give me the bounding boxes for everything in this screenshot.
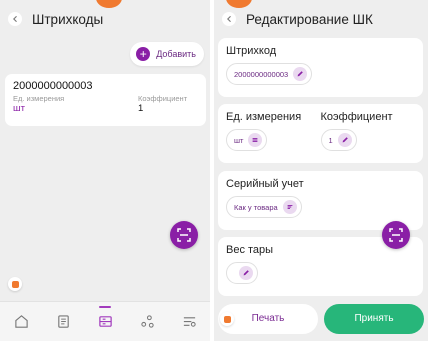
header: Штрихкоды [0, 0, 210, 38]
pencil-icon [297, 71, 304, 77]
add-barcode-label: Добавить [156, 49, 196, 59]
sort-list-icon [287, 204, 293, 210]
app-badge-icon [11, 280, 19, 288]
unit-coefficient-card: Ед. измерения шт Коэффициент 1 [218, 104, 423, 163]
action-bar: Печать Принять [214, 296, 428, 341]
plus-icon: + [136, 47, 151, 61]
nav-settings[interactable] [174, 302, 204, 341]
app-badge[interactable] [220, 312, 234, 326]
barcode-meta-values: шт 1 [13, 103, 198, 114]
pencil-icon [243, 270, 249, 276]
barcode-field-value: 2000000000003 [234, 69, 289, 79]
unit-select-button[interactable] [248, 133, 263, 147]
coefficient-field-value: 1 [328, 135, 333, 145]
barcode-field[interactable]: 2000000000003 [226, 63, 313, 85]
scan-barcode-button[interactable] [170, 221, 198, 249]
barcode-meta-labels: Ед. измерения Коэффициент [13, 94, 198, 103]
barcode-card: Штрихкод 2000000000003 [218, 38, 423, 97]
unit-field[interactable]: шт [226, 129, 268, 151]
page-title: Штрихкоды [32, 11, 104, 27]
serial-tracking-select-button[interactable] [282, 200, 297, 214]
network-icon [140, 315, 154, 328]
edit-barcode-button[interactable] [293, 67, 308, 81]
header: Редактирование ШК [214, 0, 428, 38]
home-icon [14, 315, 28, 328]
accept-button[interactable]: Принять [324, 303, 424, 334]
barcode-list-item[interactable]: 2000000000003 Ед. измерения Коэффициент … [5, 74, 206, 126]
chevron-left-icon [227, 16, 231, 22]
list-icon [253, 137, 258, 143]
edit-coefficient-button[interactable] [337, 133, 352, 147]
scan-icon [389, 228, 403, 242]
back-button[interactable] [222, 12, 236, 26]
scan-icon [177, 228, 191, 242]
unit-field-value: шт [234, 135, 244, 145]
unit-column: Ед. измерения шт [226, 111, 321, 151]
nav-home[interactable] [6, 302, 36, 341]
barcode-value: 2000000000003 [13, 80, 93, 92]
serial-tracking-field[interactable]: Как у товара [226, 196, 302, 218]
tare-weight-field[interactable] [226, 262, 258, 284]
coefficient-field[interactable]: 1 [320, 129, 357, 151]
pencil-icon [342, 137, 348, 143]
unit-label: Ед. измерения [226, 111, 302, 123]
unit-coefficient-row: Ед. измерения шт Коэффициент 1 [226, 111, 415, 151]
unit-label: Ед. измерения [13, 94, 65, 103]
coefficient-label: Коэффициент [320, 111, 393, 123]
barcodes-screen: Штрихкоды + Добавить 2000000000003 Ед. и… [0, 0, 210, 341]
barcode-list-icon [98, 316, 112, 327]
back-button[interactable] [8, 12, 22, 26]
scan-barcode-button[interactable] [382, 221, 410, 249]
edit-barcode-screen: Редактирование ШК Штрихкод 2000000000003… [214, 0, 428, 341]
serial-tracking-label: Серийный учет [226, 178, 304, 190]
app-badge[interactable] [8, 277, 22, 291]
nav-documents[interactable] [48, 302, 78, 341]
edit-tare-weight-button[interactable] [239, 266, 253, 280]
barcode-label: Штрихкод [226, 45, 277, 57]
coefficient-column: Коэффициент 1 [320, 111, 416, 151]
chevron-left-icon [13, 16, 17, 22]
bottom-navigation [0, 301, 210, 341]
coefficient-label: Коэффициент [138, 94, 188, 103]
page-title: Редактирование ШК [246, 11, 373, 27]
unit-value: шт [13, 103, 25, 114]
nav-barcodes[interactable] [90, 302, 120, 341]
app-badge-icon [223, 315, 231, 323]
serial-tracking-value: Как у товара [234, 202, 278, 212]
documents-icon [57, 315, 69, 328]
nav-connections[interactable] [132, 302, 162, 341]
filter-settings-icon [183, 317, 196, 327]
add-barcode-button[interactable]: + Добавить [130, 42, 204, 66]
coefficient-value: 1 [138, 103, 144, 114]
